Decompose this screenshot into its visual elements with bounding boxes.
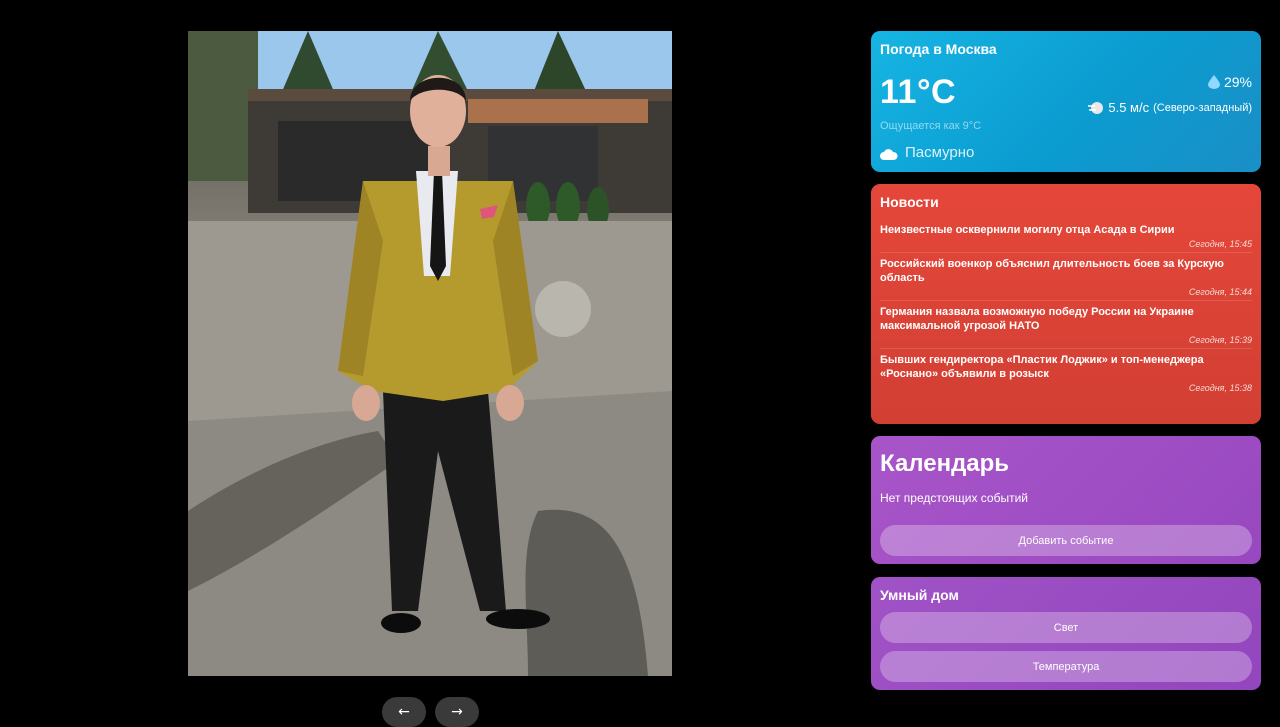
humidity-value: 29% [1223,74,1252,90]
news-widget: Новости Неизвестные осквернили могилу от… [871,184,1261,424]
news-item[interactable]: Бывших гендиректора «Пластик Лоджик» и т… [880,349,1252,396]
weather-condition: Пасмурно [880,144,974,161]
news-time: Сегодня, 15:39 [1188,335,1252,345]
news-headline[interactable]: Германия назвала возможную победу России… [880,305,1252,333]
weather-feels-like: Ощущается как 9°C [880,120,982,132]
news-time: Сегодня, 15:45 [1188,239,1252,249]
prev-photo-button[interactable]: ← [382,697,426,727]
calendar-empty-text: Нет предстоящих событий [880,491,1029,505]
news-time: Сегодня, 15:38 [1188,383,1252,393]
light-button[interactable]: Свет [880,612,1252,643]
wind-speed: 5.5 м/с [1108,100,1150,115]
wind-icon [1088,101,1104,115]
news-headline[interactable]: Российский военкор объяснил длительность… [880,257,1252,285]
smart-home-title: Умный дом [880,587,959,603]
news-headline[interactable]: Неизвестные осквернили могилу отца Асада… [880,223,1252,237]
smart-home-widget: Умный дом Свет Температура [871,577,1261,690]
weather-temperature: 11°C [880,73,957,111]
temperature-button[interactable]: Температура [880,651,1252,682]
calendar-title: Календарь [880,450,1010,477]
cloud-icon [880,147,898,160]
news-time: Сегодня, 15:44 [1188,287,1252,297]
next-photo-button[interactable]: → [435,697,479,727]
add-event-button[interactable]: Добавить событие [880,525,1252,556]
news-list: Неизвестные осквернили могилу отца Асада… [880,219,1252,396]
calendar-widget: Календарь Нет предстоящих событий Добави… [871,436,1261,564]
news-item[interactable]: Германия назвала возможную победу России… [880,301,1252,349]
weather-condition-label: Пасмурно [905,144,975,161]
weather-title: Погода в Москва [880,41,997,57]
wind-direction: (Северо-западный) [1153,101,1252,114]
weather-wind: 5.5 м/с (Северо-западный) [1088,100,1252,115]
water-drop-icon [1207,75,1220,89]
weather-widget: Погода в Москва 11°C Ощущается как 9°C П… [871,31,1261,172]
weather-humidity: 29% [1207,74,1252,90]
photo-viewer [188,31,672,676]
photo-image [188,31,672,676]
news-title: Новости [880,194,939,210]
news-item[interactable]: Неизвестные осквернили могилу отца Асада… [880,219,1252,253]
news-headline[interactable]: Бывших гендиректора «Пластик Лоджик» и т… [880,353,1252,381]
news-item[interactable]: Российский военкор объяснил длительность… [880,253,1252,301]
